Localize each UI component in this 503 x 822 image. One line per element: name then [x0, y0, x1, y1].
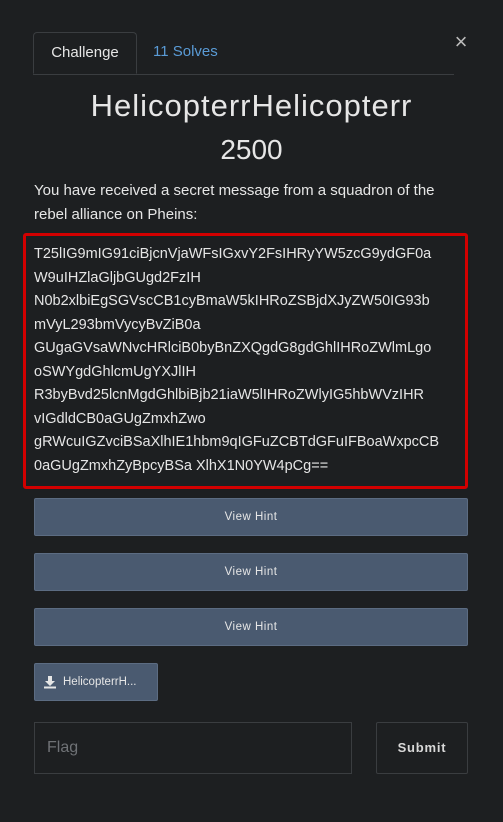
challenge-description: You have received a secret message from … — [34, 182, 435, 223]
view-hint-button-3[interactable]: View Hint — [34, 608, 468, 646]
view-hint-button-2[interactable]: View Hint — [34, 553, 468, 591]
download-file-label: HelicopterrH... — [63, 676, 137, 688]
ciphertext-line: oSWYgdGhlcmUgYXJlIH — [34, 363, 196, 380]
challenge-points: 2500 — [220, 134, 283, 165]
ciphertext-line: R3byBvd25lcnMgdGhlbiBjb21iaW5lIHRoZWlyIG… — [34, 387, 425, 403]
view-hint-button-1[interactable]: View Hint — [34, 498, 468, 536]
tab-solves[interactable]: 11 Solves — [153, 32, 218, 72]
ciphertext-line: W9uIHZlaGljbGUgd2FzIH — [34, 269, 201, 286]
close-icon[interactable]: × — [452, 31, 470, 53]
ciphertext-line: gRWcuIGZvciBSaXlhIE1hbm9qIGFuZCBTdGFuIFB… — [34, 434, 440, 450]
challenge-title: HelicopterrHelicopterr — [90, 88, 413, 123]
ciphertext-line: GUgaGVsaWNvcHRlciB0byBnZXQgdG8gdGhlIHRoZ… — [34, 340, 432, 356]
ciphertext-line: 0aGUgZmxhZyBpcyBSa XlhX1N0YW4pCg== — [34, 457, 329, 474]
ciphertext-line: N0b2xlbiEgSGVscCB1cyBmaW5kIHRoZSBjdXJyZW… — [34, 293, 430, 309]
ciphertext-line: vIGdldCB0aGUgZmxhZwo — [34, 410, 206, 427]
flag-input[interactable] — [34, 722, 352, 774]
tab-bar: Challenge 11 Solves — [33, 32, 454, 75]
ciphertext-box: T25lIG9mIG91ciBjcnVjaWFsIGxvY2FsIHRyYW5z… — [23, 233, 468, 489]
challenge-modal: Challenge 11 Solves × HelicopterrHelicop… — [0, 0, 503, 822]
tab-challenge[interactable]: Challenge — [33, 32, 137, 74]
ciphertext-line: mVyL293bmVycyBvZiB0a — [34, 316, 201, 333]
submit-button[interactable]: Submit — [376, 722, 468, 774]
download-file-button[interactable]: HelicopterrH... — [34, 663, 158, 701]
download-icon — [44, 676, 56, 689]
ciphertext-line: T25lIG9mIG91ciBjcnVjaWFsIGxvY2FsIHRyYW5z… — [34, 246, 432, 262]
